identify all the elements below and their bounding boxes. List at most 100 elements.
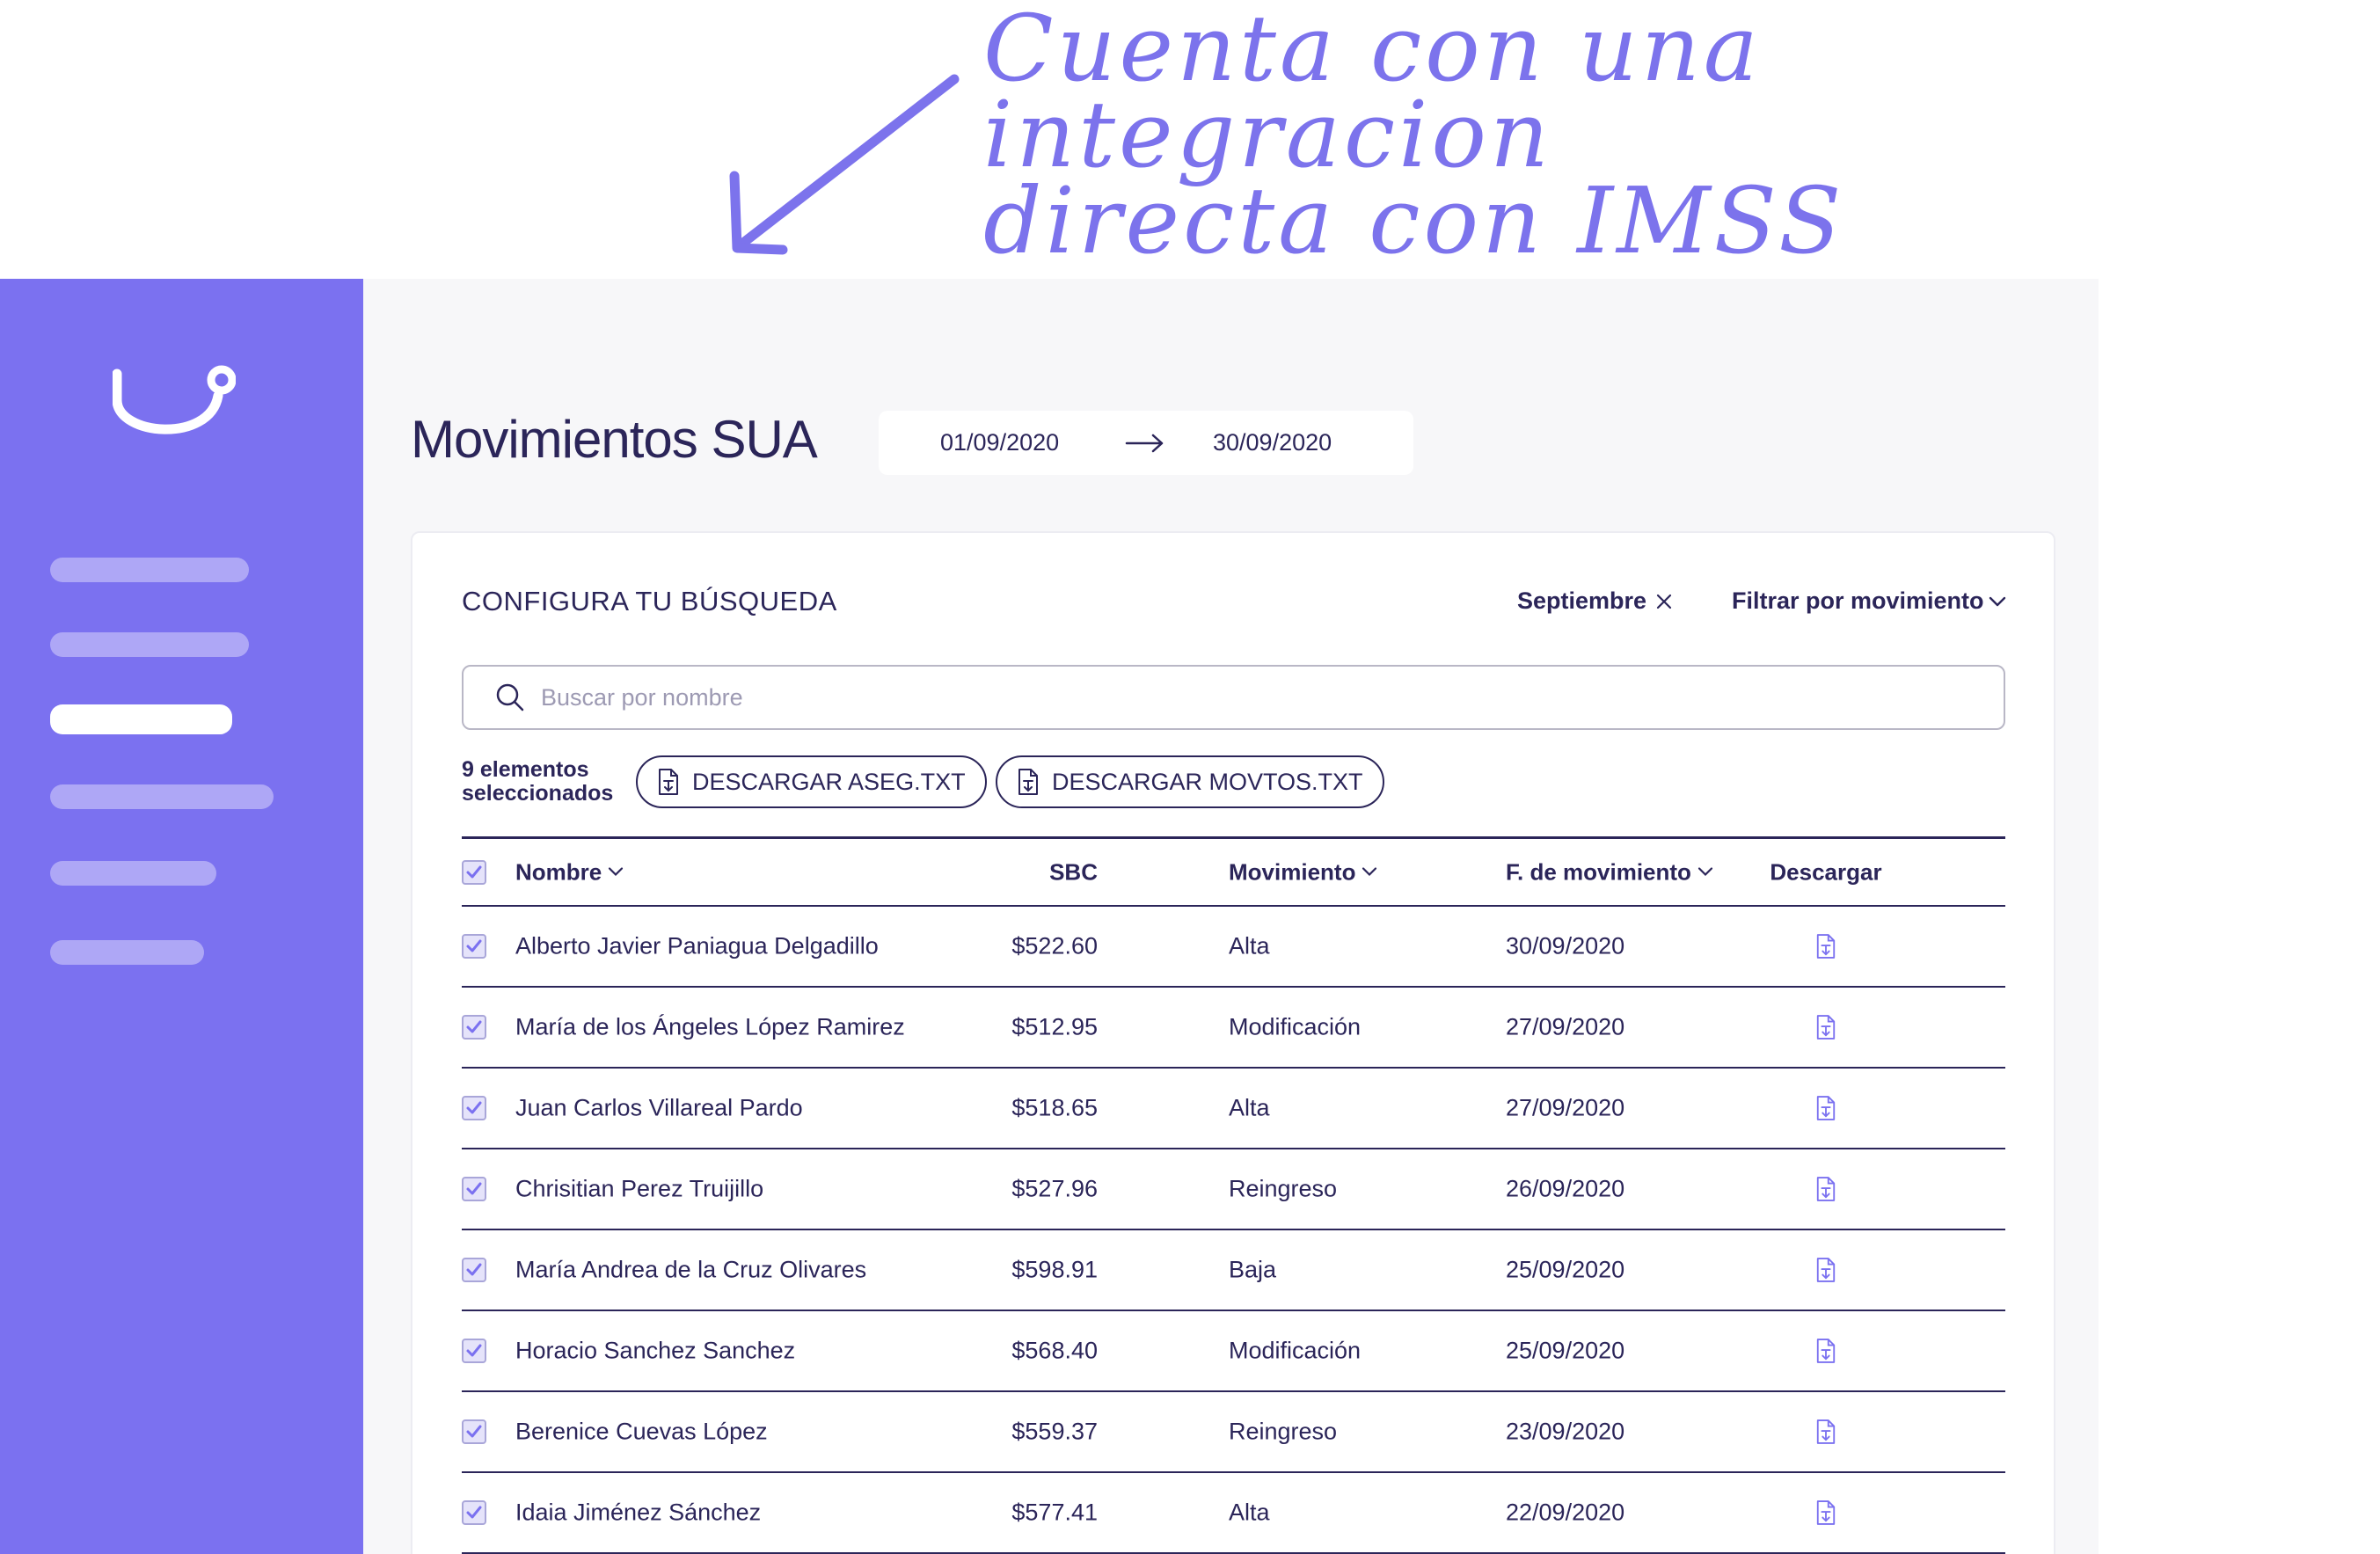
row-sbc: $559.37: [1011, 1418, 1098, 1445]
row-checkbox[interactable]: [462, 1096, 486, 1120]
row-checkbox[interactable]: [462, 1258, 486, 1282]
row-checkbox[interactable]: [462, 1500, 486, 1525]
row-download-button[interactable]: [1728, 933, 1924, 959]
row-sbc: $527.96: [1011, 1175, 1098, 1202]
row-name: Juan Carlos Villareal Pardo: [515, 1094, 803, 1121]
header-sbc: SBC: [1049, 858, 1098, 885]
smile-logo-icon[interactable]: [113, 361, 236, 449]
row-name: Chrisitian Perez Truijillo: [515, 1175, 764, 1202]
check-icon: [466, 1344, 482, 1357]
sidebar-item-5[interactable]: [50, 861, 216, 886]
table-row[interactable]: Idaia Jiménez Sánchez $577.41 Alta 22/09/20…: [462, 1473, 2005, 1554]
row-date: 30/09/2020: [1506, 932, 1625, 959]
header-name[interactable]: Nombre: [515, 858, 624, 886]
row-name: Idaia Jiménez Sánchez: [515, 1499, 762, 1526]
checkbox[interactable]: [462, 1096, 486, 1120]
checkbox[interactable]: [462, 934, 486, 959]
download-aseg-button[interactable]: DESCARGAR ASEG.TXT: [636, 755, 987, 808]
sidebar-item-1[interactable]: [50, 558, 249, 582]
date-range-picker[interactable]: 01/09/2020 30/09/2020: [879, 411, 1413, 475]
annotation-arrow-icon: [729, 74, 960, 255]
row-checkbox[interactable]: [462, 1015, 486, 1040]
sidebar-item-3-active[interactable]: [50, 704, 232, 734]
row-sbc: $512.95: [1011, 1013, 1098, 1040]
row-movement: Alta: [1229, 932, 1270, 959]
annotation-line-1: Cuenta con una integracion: [983, 0, 1762, 188]
row-download-button[interactable]: [1728, 1257, 1924, 1283]
table-row[interactable]: Alberto Javier Paniagua Delgadillo $522.6…: [462, 907, 2005, 988]
row-checkbox[interactable]: [462, 1177, 486, 1201]
month-filter-chip[interactable]: Septiembre: [1517, 587, 1673, 615]
page-title: Movimientos SUA: [411, 410, 818, 469]
annotation: Cuenta con una integracion directa con I…: [983, 0, 2215, 266]
table-row[interactable]: Berenice Cuevas López $559.37 Reingreso 23/…: [462, 1392, 2005, 1473]
check-icon: [466, 1263, 482, 1276]
row-download-button[interactable]: [1728, 1176, 1924, 1202]
table-row[interactable]: Chrisitian Perez Truijillo $527.96 Reingre…: [462, 1149, 2005, 1230]
header-date[interactable]: F. de movimiento: [1506, 858, 1714, 886]
row-checkbox[interactable]: [462, 1339, 486, 1363]
sidebar-item-6[interactable]: [50, 940, 204, 965]
row-movement: Reingreso: [1229, 1418, 1338, 1445]
row-download-button[interactable]: [1728, 1338, 1924, 1364]
row-movement: Baja: [1229, 1256, 1277, 1283]
header-movement[interactable]: Movimiento: [1229, 858, 1378, 886]
close-icon[interactable]: [1655, 593, 1673, 610]
row-date: 27/09/2020: [1506, 1094, 1625, 1121]
select-all-checkbox[interactable]: [462, 859, 486, 885]
check-icon: [466, 1506, 482, 1519]
arrow-right-icon: [1125, 434, 1164, 453]
txt-download-icon: [1816, 1177, 1836, 1201]
row-download-button[interactable]: [1728, 1499, 1924, 1526]
chevron-down-icon: [1989, 596, 2005, 606]
main-content: Movimientos SUA 01/09/2020 30/09/2020 CO…: [363, 279, 2099, 1554]
checkbox[interactable]: [462, 1339, 486, 1363]
row-movement: Alta: [1229, 1499, 1270, 1526]
table-row[interactable]: María de los Ángeles López Ramirez $512.9…: [462, 988, 2005, 1069]
txt-download-icon: [1816, 1339, 1836, 1363]
row-movement: Modificación: [1229, 1013, 1362, 1040]
month-chip-label: Septiembre: [1517, 587, 1647, 614]
row-movement: Modificación: [1229, 1337, 1362, 1364]
row-checkbox[interactable]: [462, 934, 486, 959]
sidebar-item-4[interactable]: [50, 784, 274, 809]
download-movtos-label: DESCARGAR MOVTOS.TXT: [1052, 768, 1363, 795]
header-movement-label: Movimiento: [1229, 858, 1356, 885]
row-date: 26/09/2020: [1506, 1175, 1625, 1202]
download-movtos-button[interactable]: DESCARGAR MOVTOS.TXT: [996, 755, 1384, 808]
date-start[interactable]: 01/09/2020: [940, 429, 1059, 456]
header-date-label: F. de movimiento: [1506, 858, 1691, 885]
checkbox[interactable]: [462, 1258, 486, 1282]
check-icon: [466, 1182, 482, 1195]
search-input[interactable]: [541, 683, 1948, 711]
search-heading: CONFIGURA TU BÚSQUEDA: [462, 586, 837, 616]
row-date: 25/09/2020: [1506, 1337, 1625, 1364]
table-row[interactable]: Horacio Sanchez Sanchez $568.40 Modificaci…: [462, 1311, 2005, 1392]
table-row[interactable]: María Andrea de la Cruz Olivares $598.91 B…: [462, 1230, 2005, 1311]
checkbox[interactable]: [462, 859, 486, 885]
movement-filter-dropdown[interactable]: Filtrar por movimiento: [1732, 587, 2007, 615]
table-row[interactable]: Juan Carlos Villareal Pardo $518.65 Alta 27…: [462, 1069, 2005, 1149]
row-date: 22/09/2020: [1506, 1499, 1625, 1526]
row-download-button[interactable]: [1728, 1095, 1924, 1121]
row-movement: Alta: [1229, 1094, 1270, 1121]
row-sbc: $598.91: [1011, 1256, 1098, 1283]
checkbox[interactable]: [462, 1015, 486, 1040]
checkbox[interactable]: [462, 1419, 486, 1444]
row-download-button[interactable]: [1728, 1419, 1924, 1445]
date-end[interactable]: 30/09/2020: [1213, 429, 1332, 456]
row-download-button[interactable]: [1728, 1014, 1924, 1040]
checkbox[interactable]: [462, 1500, 486, 1525]
chevron-down-icon: [609, 867, 624, 877]
checkbox[interactable]: [462, 1177, 486, 1201]
sidebar: [0, 279, 363, 1554]
movement-filter-label: Filtrar por movimiento: [1732, 587, 1984, 614]
table-header: Nombre SBC Movimiento F. de movimiento D…: [462, 836, 2005, 907]
check-icon: [466, 939, 482, 952]
header-download: Descargar: [1770, 858, 1882, 885]
search-field[interactable]: [462, 665, 2005, 730]
sidebar-item-2[interactable]: [50, 632, 249, 657]
row-name: Alberto Javier Paniagua Delgadillo: [515, 932, 879, 959]
row-checkbox[interactable]: [462, 1419, 486, 1444]
app-window: Movimientos SUA 01/09/2020 30/09/2020 CO…: [0, 279, 2099, 1554]
